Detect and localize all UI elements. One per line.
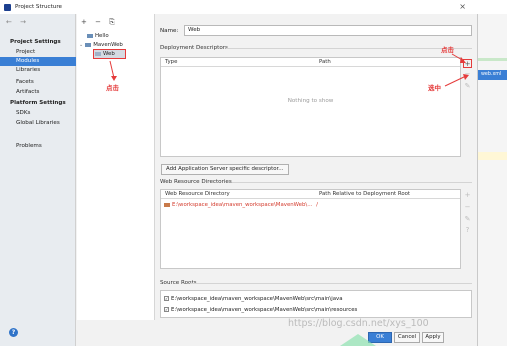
watermark-text: https://blog.csdn.net/xys_100 [288,318,429,329]
annotation-arrows [109,53,469,87]
arrow-line-tree [109,60,115,79]
annotation-select: 选中 [428,84,441,92]
annotation-click-plus: 点击 [441,46,454,54]
arrowhead-plus [460,57,466,63]
arrow-line-select [444,75,467,87]
arrowhead-tree [111,76,117,81]
decorative-shape [340,334,376,346]
annotation-click-tree: 点击 [106,84,119,92]
